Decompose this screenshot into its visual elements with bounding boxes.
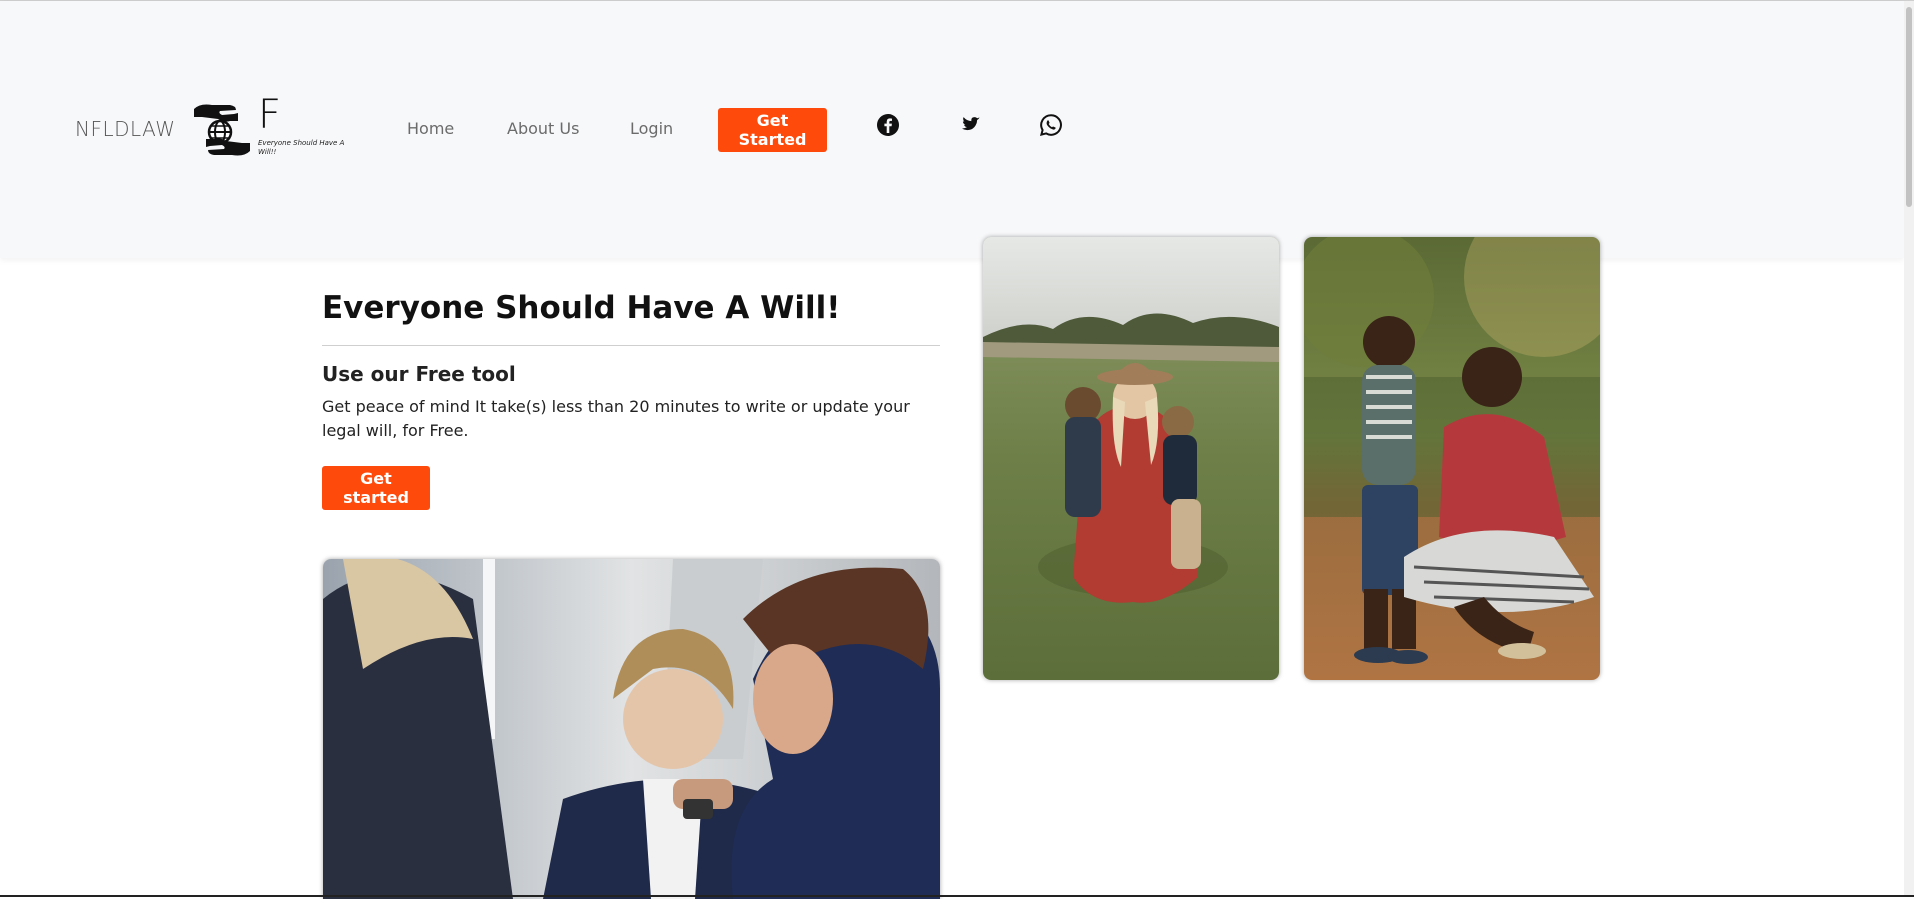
- logo-letter: F: [258, 92, 282, 138]
- brand-name[interactable]: NFLDLAW: [75, 117, 175, 141]
- meeting-photo: [323, 559, 940, 899]
- twitter-link[interactable]: [958, 113, 982, 137]
- header-get-started-button[interactable]: Get Started: [718, 108, 827, 152]
- logo-tagline: Everyone Should Have A Will!!: [258, 139, 345, 156]
- hero-divider: [322, 345, 940, 346]
- nav-login[interactable]: Login: [630, 119, 673, 138]
- nav-home[interactable]: Home: [407, 119, 454, 138]
- nav-about-us[interactable]: About Us: [507, 119, 579, 138]
- hero-subtitle: Use our Free tool: [322, 362, 516, 386]
- whatsapp-link[interactable]: [1039, 113, 1063, 137]
- twitter-icon: [961, 117, 980, 131]
- mother-son-photo: [1304, 237, 1600, 680]
- site-logo[interactable]: F Everyone Should Have A Will!!: [190, 95, 344, 161]
- facebook-icon: [877, 114, 899, 136]
- scrollbar-thumb[interactable]: [1906, 7, 1912, 207]
- globe-hands-logo-icon: [194, 104, 250, 156]
- hero-title: Everyone Should Have A Will!: [322, 290, 841, 326]
- hero-description: Get peace of mind It take(s) less than 2…: [322, 397, 910, 440]
- page-scrollbar[interactable]: [1904, 1, 1914, 897]
- site-header: NFLDLAW F Everyone Should Have A Will!! …: [0, 1, 1904, 258]
- facebook-link[interactable]: [876, 113, 900, 137]
- mother-children-photo: [983, 237, 1279, 680]
- get-started-button[interactable]: Get started: [322, 466, 430, 510]
- whatsapp-icon: [1040, 114, 1062, 136]
